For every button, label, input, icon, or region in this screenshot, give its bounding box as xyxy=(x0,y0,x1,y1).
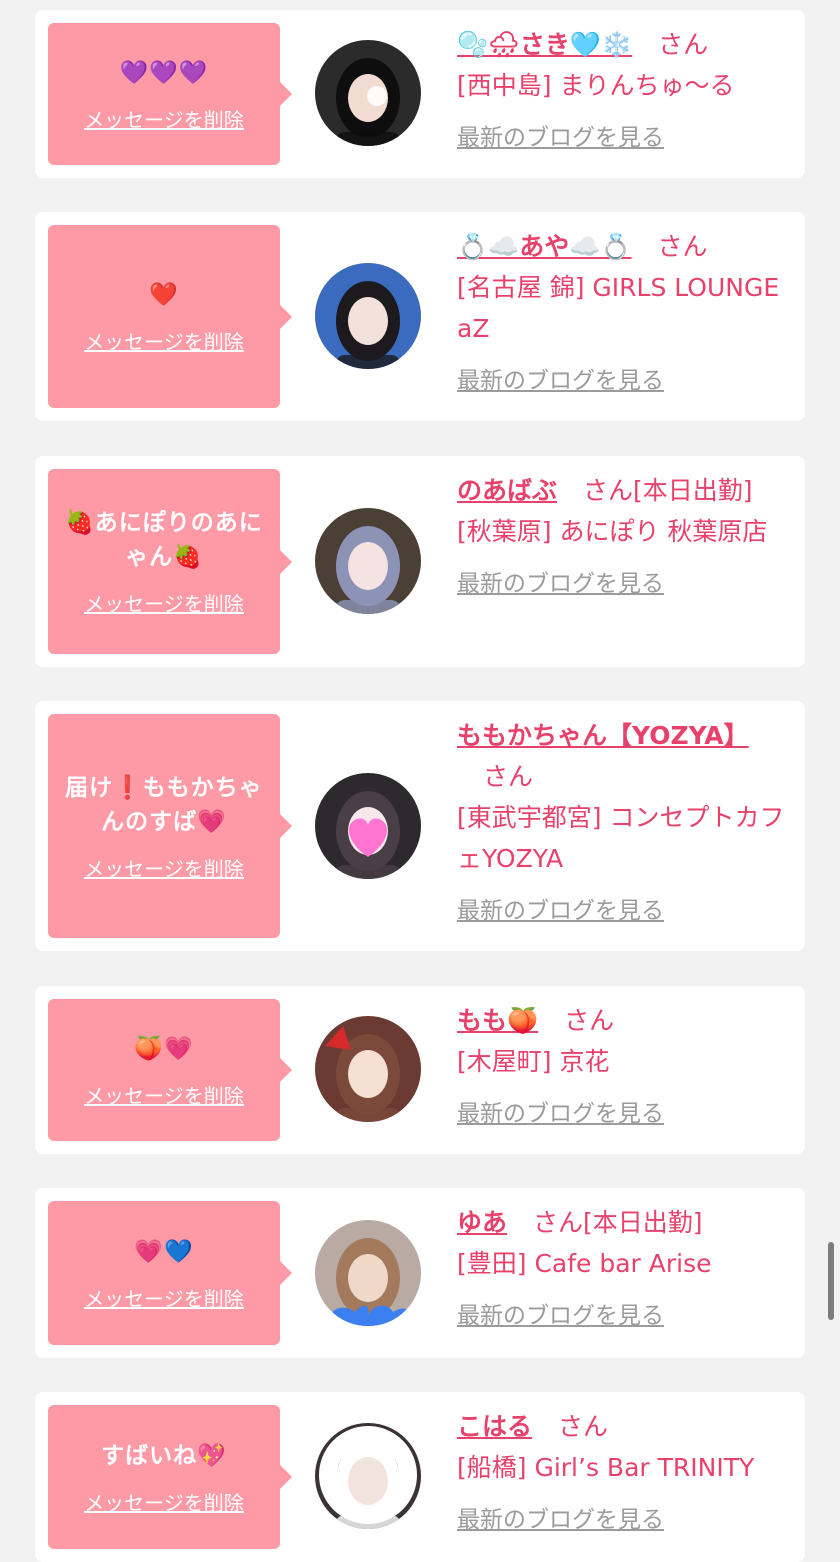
delete-message-link[interactable]: メッセージを削除 xyxy=(84,1283,244,1312)
honorific-label: さん xyxy=(558,1412,609,1441)
favorite-card: ❤️ メッセージを削除 💍☁️あや☁️💍 さん [名古屋 錦] GIRLS LOUNGE… xyxy=(35,212,805,421)
latest-blog-link[interactable]: 最新のブログを見る xyxy=(457,1296,664,1337)
honorific-label: さん xyxy=(658,30,709,59)
cast-name-link[interactable]: 💍☁️あや☁️💍 xyxy=(457,232,632,261)
favorite-card: すばいね💖 メッセージを削除 こはる さん [船橋] Girl’s Bar TRINIT… xyxy=(35,1392,805,1562)
honorific-label: さん xyxy=(564,1006,615,1035)
latest-blog-link[interactable]: 最新のブログを見る xyxy=(457,1500,664,1541)
cast-info: ももかちゃん【YOZYA】さん [東武宇都宮] コンセプトカフェYOZYA 最新のブ… xyxy=(457,715,793,932)
message-bubble: 届け❗️ももかちゃんのすば💗 メッセージを削除 xyxy=(48,714,292,938)
latest-blog-link[interactable]: 最新のブログを見る xyxy=(457,1094,664,1135)
favorites-list: 💜💜💜 メッセージを削除 🫧🌧さき🩵❄️ さん [西中島] まりんちゅ〜る最新のブログを… xyxy=(0,0,840,1562)
message-text: 届け❗️ももかちゃんのすば💗 xyxy=(65,774,263,835)
avatar-photo-6[interactable] xyxy=(315,1220,421,1326)
cast-info: こはる さん [船橋] Girl’s Bar TRINITY 最新のブログを見る xyxy=(457,1406,793,1541)
honorific-label: さん xyxy=(657,232,708,261)
shop-name: [秋葉原] あにぽり 秋葉原店 xyxy=(457,517,768,546)
message-text: 🍓あにぽりのあにゃん🍓 xyxy=(65,510,263,570)
delete-message-link[interactable]: メッセージを削除 xyxy=(84,104,244,133)
message-text: 💜💜💜 xyxy=(119,59,209,86)
message-bubble: ❤️ メッセージを削除 xyxy=(48,225,292,408)
scrollbar[interactable] xyxy=(828,1242,834,1320)
honorific-label: さん xyxy=(533,1208,584,1237)
cast-info: もも🍑 さん [木屋町] 京花最新のブログを見る xyxy=(457,1000,793,1135)
delete-message-link[interactable]: メッセージを削除 xyxy=(84,1080,244,1109)
latest-blog-link[interactable]: 最新のブログを見る xyxy=(457,361,664,402)
shop-name: [西中島] まりんちゅ〜る xyxy=(457,71,735,100)
shop-name: [東武宇都宮] コンセプトカフェYOZYA xyxy=(457,803,785,873)
cast-name-line: 💍☁️あや☁️💍 さん xyxy=(457,226,793,267)
latest-blog-link[interactable]: 最新のブログを見る xyxy=(457,891,664,932)
avatar-photo-1[interactable] xyxy=(315,40,421,146)
cast-name-line: 🫧🌧さき🩵❄️ さん xyxy=(457,24,793,65)
honorific-label: さん xyxy=(483,762,534,791)
avatar-photo-5[interactable] xyxy=(315,1016,421,1122)
message-bubble: 💜💜💜 メッセージを削除 xyxy=(48,23,292,165)
cast-name-link[interactable]: こはる xyxy=(457,1412,532,1441)
cast-info: ゆあ さん[本日出勤] [豊田] Cafe bar Arise 最新のブログを見る xyxy=(457,1202,793,1337)
cast-info: 💍☁️あや☁️💍 さん [名古屋 錦] GIRLS LOUNGE aZ 最新のブログを… xyxy=(457,226,793,402)
cast-name-link[interactable]: 🫧🌧さき🩵❄️ xyxy=(457,30,632,59)
delete-message-link[interactable]: メッセージを削除 xyxy=(84,1487,244,1516)
message-text: ❤️ xyxy=(149,282,179,308)
message-bubble: すばいね💖 メッセージを削除 xyxy=(48,1405,292,1549)
favorite-card: 届け❗️ももかちゃんのすば💗 メッセージを削除 ももかちゃん【YOZYA】さん [東武… xyxy=(35,701,805,951)
avatar-photo-4[interactable] xyxy=(315,773,421,879)
cast-name-link[interactable]: もも🍑 xyxy=(457,1006,538,1035)
avatar-photo-7[interactable] xyxy=(315,1423,421,1529)
delete-message-link[interactable]: メッセージを削除 xyxy=(84,588,244,617)
message-text: 💗💙 xyxy=(134,1238,194,1265)
shop-name: [船橋] Girl’s Bar TRINITY xyxy=(457,1453,755,1482)
attendance-status: [本日出勤] xyxy=(633,476,753,505)
cast-name-link[interactable]: ももかちゃん【YOZYA】 xyxy=(457,721,749,750)
honorific-label: さん xyxy=(583,476,634,505)
avatar-photo-2[interactable] xyxy=(315,263,421,369)
cast-info: のあばぶ さん[本日出勤] [秋葉原] あにぽり 秋葉原店最新のブログを見る xyxy=(457,470,793,605)
cast-name-line: もも🍑 さん xyxy=(457,1000,793,1041)
cast-info: 🫧🌧さき🩵❄️ さん [西中島] まりんちゅ〜る最新のブログを見る xyxy=(457,24,793,159)
cast-name-line: ももかちゃん【YOZYA】さん xyxy=(457,715,793,797)
message-bubble: 💗💙 メッセージを削除 xyxy=(48,1201,292,1345)
cast-name-link[interactable]: のあばぶ xyxy=(457,476,557,505)
shop-name: [木屋町] 京花 xyxy=(457,1047,610,1076)
message-text: すばいね💖 xyxy=(101,1442,227,1469)
delete-message-link[interactable]: メッセージを削除 xyxy=(84,326,244,355)
latest-blog-link[interactable]: 最新のブログを見る xyxy=(457,564,664,605)
shop-name: [豊田] Cafe bar Arise xyxy=(457,1249,712,1278)
cast-name-line: ゆあ さん[本日出勤] xyxy=(457,1202,793,1243)
delete-message-link[interactable]: メッセージを削除 xyxy=(84,853,244,882)
favorite-card: 💜💜💜 メッセージを削除 🫧🌧さき🩵❄️ さん [西中島] まりんちゅ〜る最新のブログを… xyxy=(35,10,805,178)
avatar-photo-3[interactable] xyxy=(315,508,421,614)
cast-name-line: のあばぶ さん[本日出勤] xyxy=(457,470,793,511)
attendance-status: [本日出勤] xyxy=(583,1208,703,1237)
cast-name-line: こはる さん xyxy=(457,1406,793,1447)
favorite-card: 🍑💗 メッセージを削除 もも🍑 さん [木屋町] 京花最新のブログを見る xyxy=(35,986,805,1154)
message-bubble: 🍑💗 メッセージを削除 xyxy=(48,999,292,1141)
message-text: 🍑💗 xyxy=(134,1035,194,1062)
cast-name-link[interactable]: ゆあ xyxy=(457,1208,507,1237)
message-bubble: 🍓あにぽりのあにゃん🍓 メッセージを削除 xyxy=(48,469,292,654)
favorite-card: 💗💙 メッセージを削除 ゆあ さん[本日出勤] [豊田] Cafe bar Arise 最… xyxy=(35,1188,805,1358)
favorite-card: 🍓あにぽりのあにゃん🍓 メッセージを削除 のあばぶ さん[本日出勤] [秋葉原] あにぽ… xyxy=(35,456,805,667)
latest-blog-link[interactable]: 最新のブログを見る xyxy=(457,118,664,159)
shop-name: [名古屋 錦] GIRLS LOUNGE aZ xyxy=(457,273,780,343)
